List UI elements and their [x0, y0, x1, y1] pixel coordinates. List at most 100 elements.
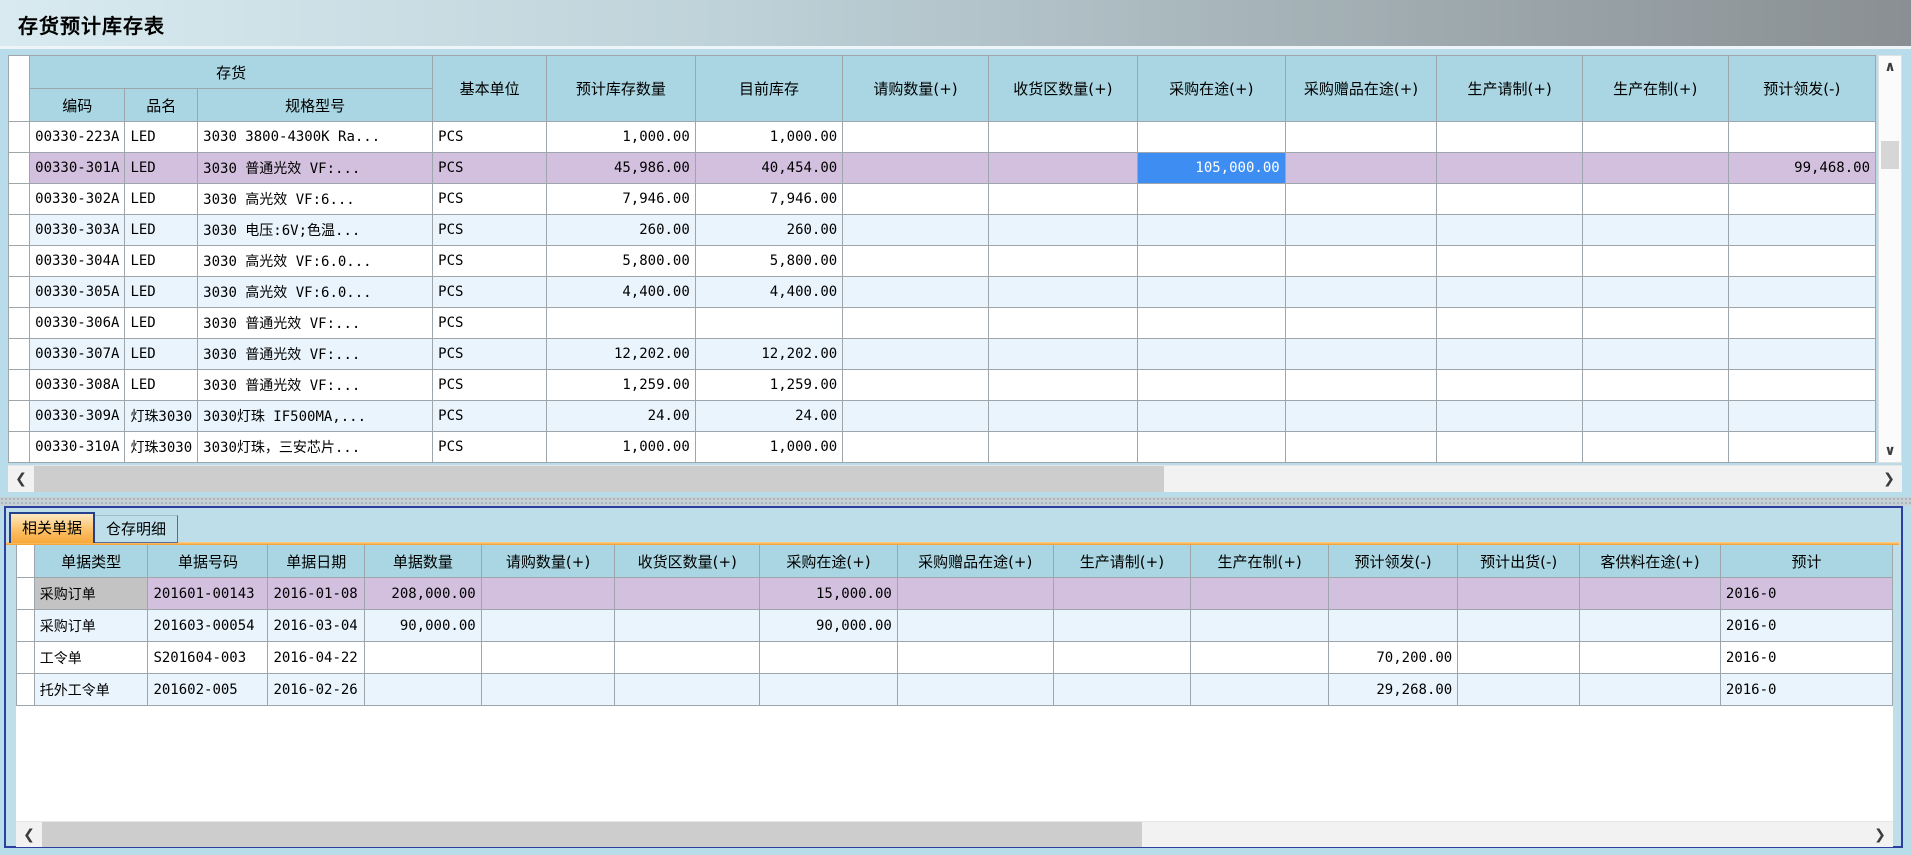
cell[interactable]: 00330-308A — [30, 370, 125, 401]
cell[interactable] — [365, 674, 482, 706]
cell[interactable] — [843, 184, 989, 215]
cell[interactable]: 采购订单 — [34, 578, 148, 610]
cell[interactable]: 208,000.00 — [365, 578, 482, 610]
cell[interactable] — [843, 246, 989, 277]
cell[interactable]: 105,000.00 — [1137, 153, 1285, 184]
cell[interactable] — [760, 642, 898, 674]
cell[interactable]: 00330-305A — [30, 277, 125, 308]
scroll-up-button[interactable]: ∧ — [1879, 56, 1901, 78]
row-indicator[interactable] — [17, 610, 35, 642]
table-row[interactable]: 托外工令单201602-0052016-02-2629,268.002016-0 — [17, 674, 1893, 706]
cell[interactable] — [1053, 578, 1191, 610]
scroll-right-button[interactable]: ❯ — [1876, 466, 1902, 492]
cell[interactable] — [1580, 610, 1721, 642]
cell[interactable] — [1728, 277, 1875, 308]
column-header[interactable]: 预计库存数量 — [547, 56, 696, 122]
table-row[interactable]: 00330-308ALED3030 普通光效 VF:...PCS1,259.00… — [9, 370, 1876, 401]
column-header[interactable]: 规格型号 — [198, 89, 433, 122]
cell[interactable] — [1285, 339, 1437, 370]
table-row[interactable]: 00330-306ALED3030 普通光效 VF:...PCS — [9, 308, 1876, 339]
cell[interactable] — [1437, 184, 1583, 215]
cell[interactable] — [1458, 578, 1580, 610]
table-row[interactable]: 00330-223ALED3030 3800-4300K Ra...PCS1,0… — [9, 122, 1876, 153]
cell[interactable]: 3030 普通光效 VF:... — [198, 153, 433, 184]
cell[interactable] — [1285, 122, 1437, 153]
cell[interactable]: 00330-307A — [30, 339, 125, 370]
cell[interactable] — [695, 308, 842, 339]
cell[interactable]: 5,800.00 — [547, 246, 696, 277]
scroll-left-button[interactable]: ❮ — [16, 822, 42, 847]
scroll-down-button[interactable]: ∨ — [1879, 440, 1901, 462]
cell[interactable] — [1437, 277, 1583, 308]
vertical-scrollbar[interactable]: ∧ ∨ — [1878, 55, 1902, 463]
column-header[interactable]: 收货区数量(+) — [988, 56, 1137, 122]
cell[interactable] — [1437, 308, 1583, 339]
cell[interactable]: 灯珠3030 — [125, 432, 198, 463]
h-scrollbar-thumb[interactable] — [34, 466, 1164, 492]
cell[interactable]: 12,202.00 — [547, 339, 696, 370]
cell[interactable] — [481, 610, 615, 642]
cell[interactable] — [1582, 122, 1728, 153]
cell[interactable]: 45,986.00 — [547, 153, 696, 184]
cell[interactable]: 3030灯珠 IF500MA,... — [198, 401, 433, 432]
row-indicator[interactable] — [17, 674, 35, 706]
cell[interactable] — [1285, 432, 1437, 463]
column-header[interactable]: 单据类型 — [34, 545, 148, 578]
cell[interactable] — [1437, 153, 1583, 184]
cell[interactable] — [897, 642, 1053, 674]
cell[interactable]: PCS — [433, 153, 547, 184]
cell[interactable]: 3030 普通光效 VF:... — [198, 339, 433, 370]
cell[interactable]: 29,268.00 — [1329, 674, 1458, 706]
cell[interactable]: 201603-00054 — [148, 610, 268, 642]
column-header[interactable]: 采购在途(+) — [760, 545, 898, 578]
cell[interactable] — [843, 153, 989, 184]
cell[interactable]: 3030 电压:6V;色温... — [198, 215, 433, 246]
cell[interactable]: 2016-0 — [1720, 642, 1892, 674]
cell[interactable] — [1053, 674, 1191, 706]
cell[interactable]: PCS — [433, 308, 547, 339]
cell[interactable] — [365, 642, 482, 674]
cell[interactable]: LED — [125, 215, 198, 246]
cell[interactable] — [1285, 308, 1437, 339]
cell[interactable] — [615, 610, 760, 642]
cell[interactable] — [843, 432, 989, 463]
cell[interactable] — [1582, 339, 1728, 370]
cell[interactable] — [988, 401, 1137, 432]
column-header[interactable]: 编码 — [30, 89, 125, 122]
cell[interactable]: 7,946.00 — [695, 184, 842, 215]
column-header[interactable]: 单据数量 — [365, 545, 482, 578]
cell[interactable] — [988, 122, 1137, 153]
cell[interactable]: 2016-0 — [1720, 610, 1892, 642]
cell[interactable] — [1582, 432, 1728, 463]
column-header[interactable]: 基本单位 — [433, 56, 547, 122]
row-indicator[interactable] — [9, 401, 30, 432]
cell[interactable] — [897, 578, 1053, 610]
cell[interactable]: PCS — [433, 122, 547, 153]
cell[interactable] — [481, 578, 615, 610]
cell[interactable]: 采购订单 — [34, 610, 148, 642]
row-indicator[interactable] — [9, 370, 30, 401]
splitter[interactable] — [0, 497, 1911, 506]
cell[interactable] — [1582, 308, 1728, 339]
column-header[interactable]: 单据号码 — [148, 545, 268, 578]
cell[interactable]: 3030 普通光效 VF:... — [198, 308, 433, 339]
cell[interactable]: 1,000.00 — [695, 432, 842, 463]
cell[interactable]: 00330-303A — [30, 215, 125, 246]
cell[interactable] — [1285, 246, 1437, 277]
cell[interactable] — [1582, 184, 1728, 215]
column-header[interactable]: 生产在制(+) — [1582, 56, 1728, 122]
table-row[interactable]: 采购订单201603-000542016-03-0490,000.0090,00… — [17, 610, 1893, 642]
cell[interactable] — [547, 308, 696, 339]
cell[interactable] — [843, 370, 989, 401]
cell[interactable] — [1137, 339, 1285, 370]
cell[interactable]: PCS — [433, 184, 547, 215]
cell[interactable]: 4,400.00 — [695, 277, 842, 308]
cell[interactable] — [1728, 401, 1875, 432]
row-indicator[interactable] — [9, 277, 30, 308]
cell[interactable] — [1137, 277, 1285, 308]
cell[interactable] — [988, 184, 1137, 215]
cell[interactable] — [1137, 432, 1285, 463]
cell[interactable]: 00330-306A — [30, 308, 125, 339]
cell[interactable] — [988, 432, 1137, 463]
cell[interactable]: LED — [125, 277, 198, 308]
